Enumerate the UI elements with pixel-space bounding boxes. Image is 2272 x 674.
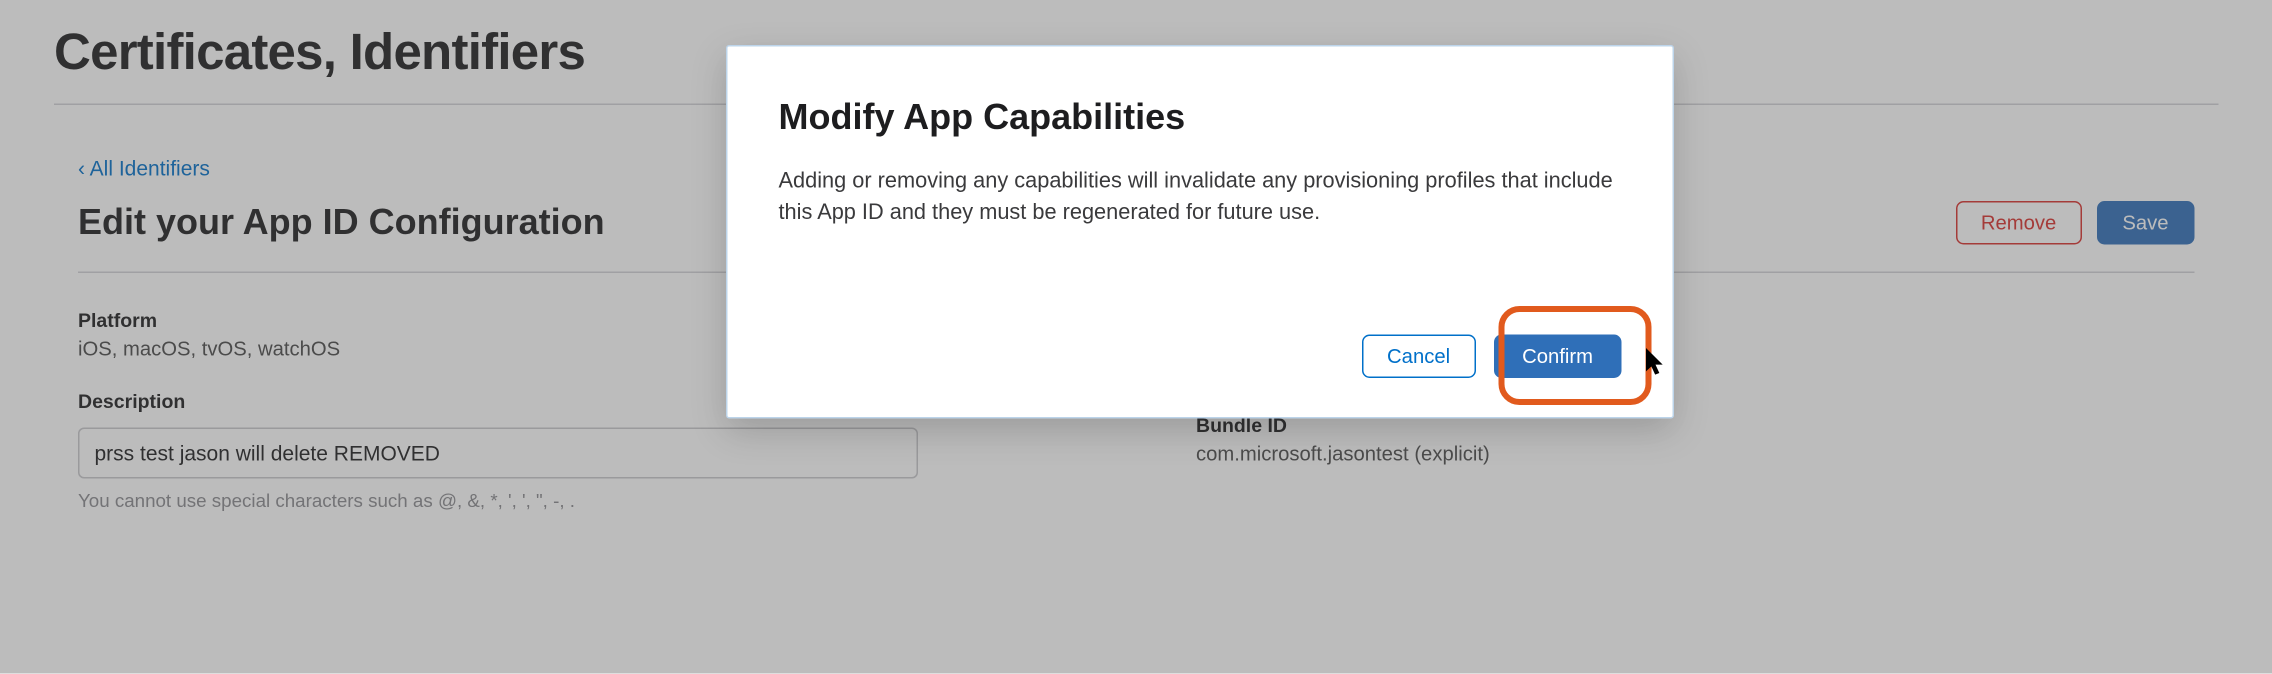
- description-input[interactable]: [78, 428, 918, 479]
- header-actions: Remove Save: [1955, 201, 2194, 245]
- bundle-id-value: com.microsoft.jasontest (explicit): [1196, 443, 2194, 466]
- section-title: Edit your App ID Configuration: [78, 202, 605, 244]
- cancel-button[interactable]: Cancel: [1362, 335, 1476, 379]
- modal-title: Modify App Capabilities: [779, 98, 1622, 140]
- modify-capabilities-modal: Modify App Capabilities Adding or removi…: [726, 45, 1674, 419]
- remove-button[interactable]: Remove: [1955, 201, 2081, 245]
- confirm-button[interactable]: Confirm: [1494, 335, 1622, 379]
- modal-actions: Cancel Confirm: [779, 335, 1622, 379]
- modal-body: Adding or removing any capabilities will…: [779, 167, 1622, 230]
- save-button[interactable]: Save: [2097, 201, 2194, 245]
- description-hint: You cannot use special characters such a…: [78, 491, 1076, 512]
- back-all-identifiers-link[interactable]: ‹ All Identifiers: [78, 156, 210, 180]
